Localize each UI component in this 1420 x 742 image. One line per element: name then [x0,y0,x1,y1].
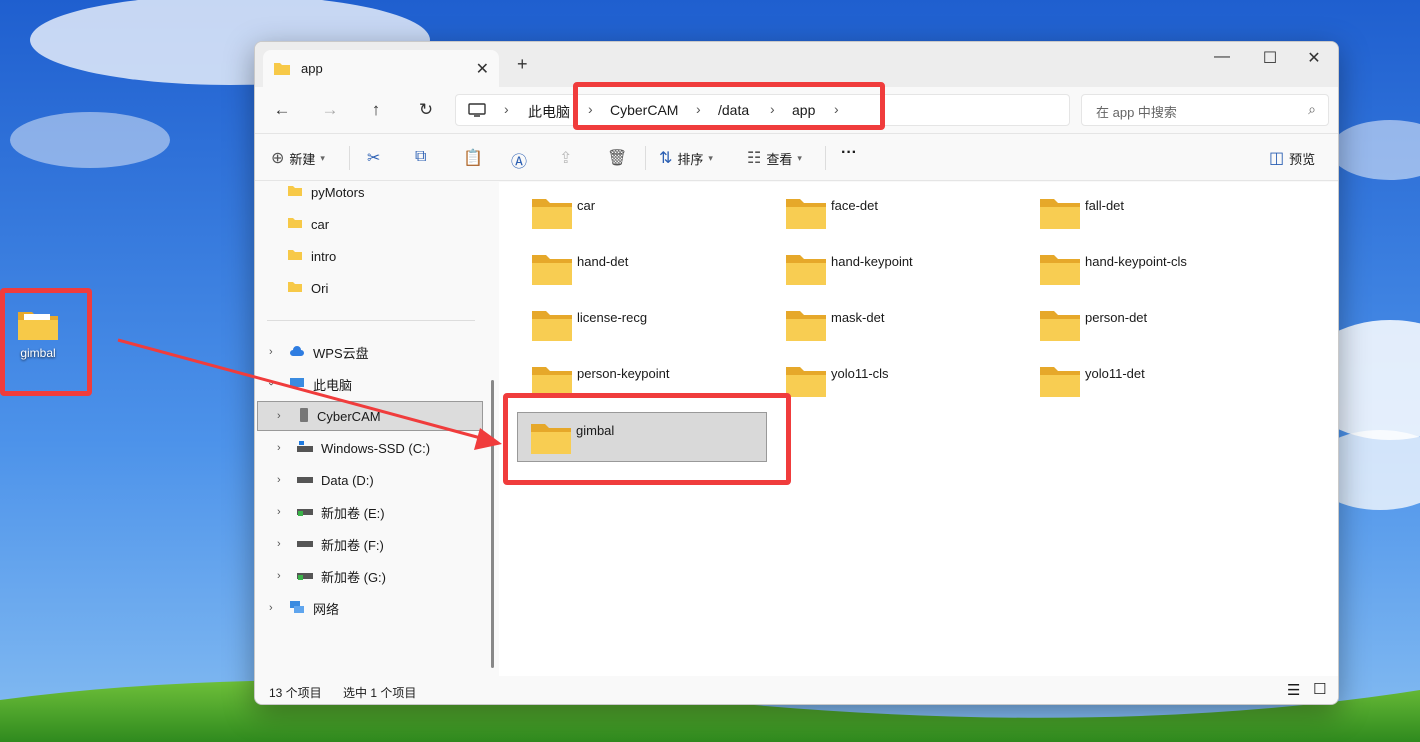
drag-arrow [117,338,502,450]
